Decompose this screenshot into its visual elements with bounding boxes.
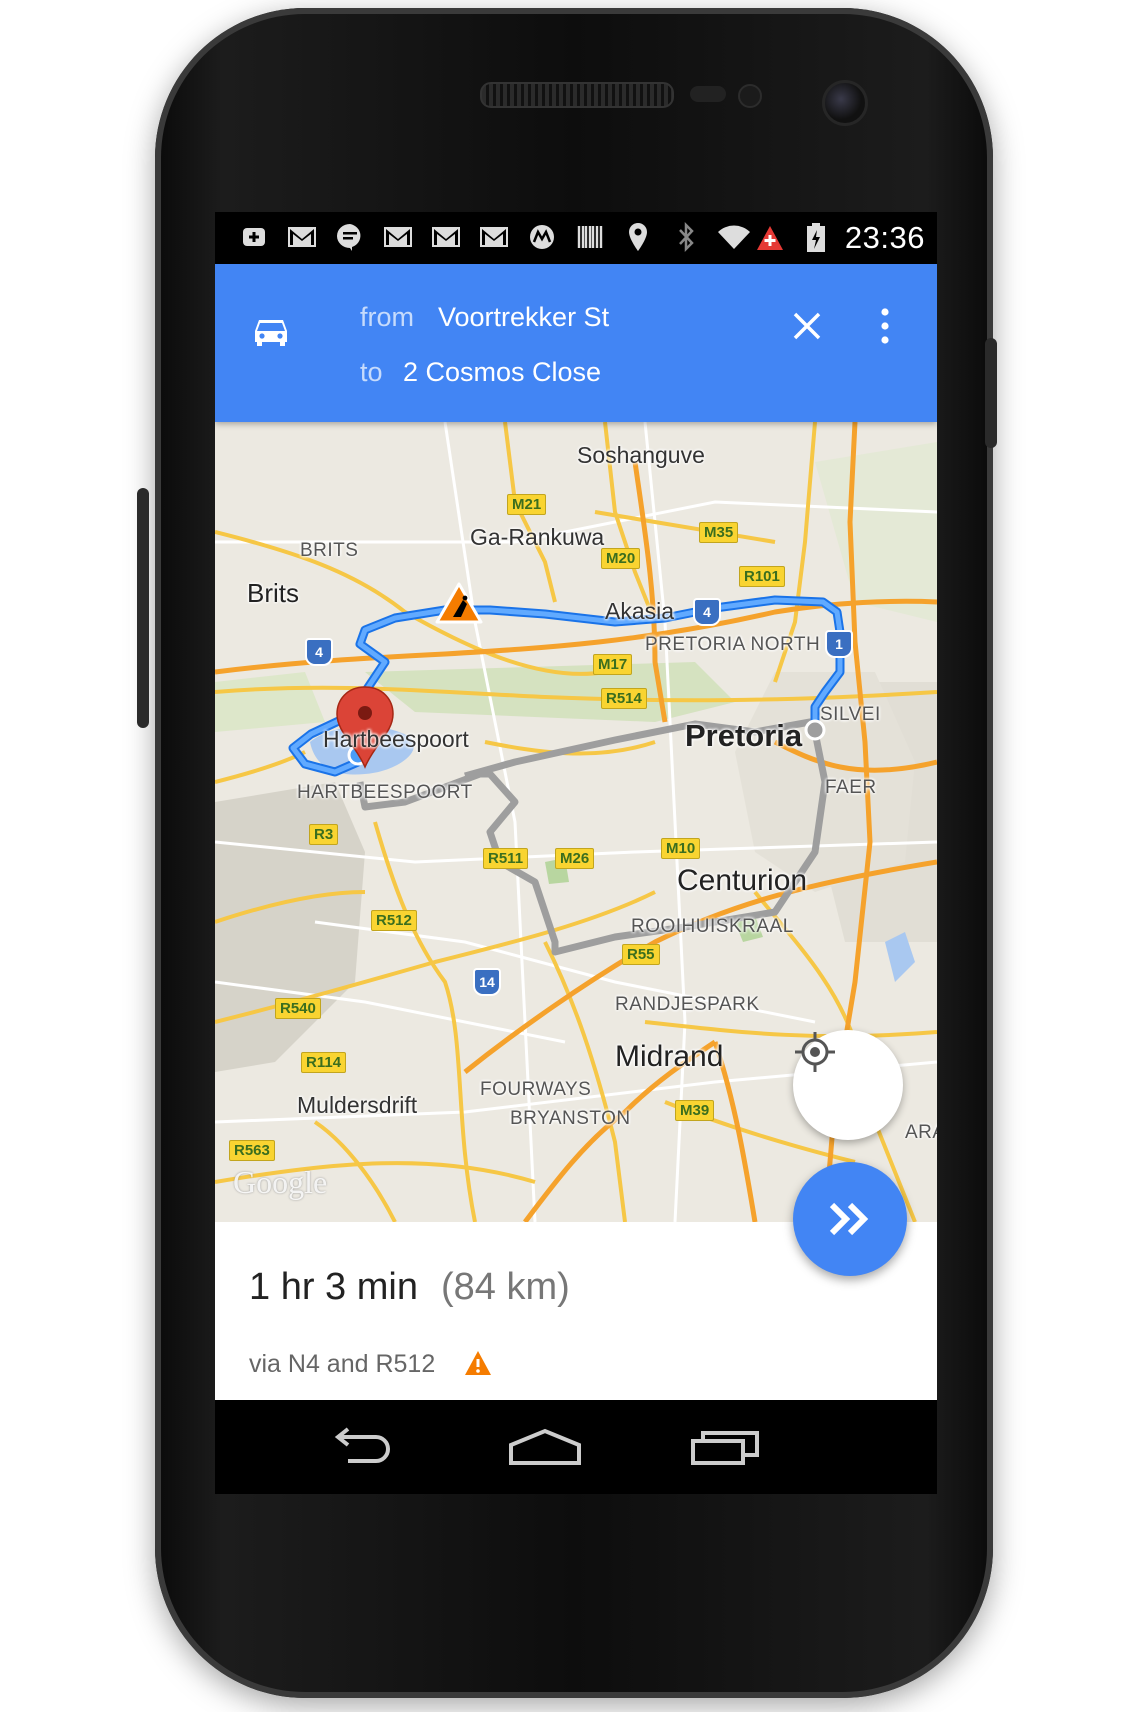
proximity-sensor <box>690 86 726 102</box>
map-label-pretoria-north: PRETORIA NORTH <box>645 634 821 655</box>
national-route-shield: 4 <box>693 598 721 626</box>
home-icon <box>509 1428 581 1465</box>
map-label-brits: Brits <box>247 578 299 608</box>
start-navigation-button[interactable] <box>793 1162 907 1276</box>
map-label-soshanguve: Soshanguve <box>577 442 705 468</box>
route-distance: (84 km) <box>441 1266 570 1308</box>
map-label-fourways: FOURWAYS <box>480 1079 592 1100</box>
map-label-hartbeespoort-caps: HARTBEESPOORT <box>297 782 473 803</box>
earpiece-speaker <box>480 82 674 108</box>
location-icon <box>621 222 655 252</box>
map-label-silver: SILVEI <box>820 704 881 725</box>
motorola-icon <box>525 222 559 252</box>
road-shield: R511 <box>483 848 529 869</box>
map-label-brits-caps: BRITS <box>300 540 359 561</box>
map-label-muldersdrift: Muldersdrift <box>297 1092 418 1118</box>
light-sensor <box>738 84 762 108</box>
road-shield: R540 <box>275 998 321 1019</box>
national-route-shield: 4 <box>305 638 333 666</box>
plus-box-icon <box>237 222 271 252</box>
national-route-shield: 14 <box>473 968 501 996</box>
map-view[interactable]: Soshanguve Ga-Rankuwa BRITS Brits Akasia… <box>215 422 937 1222</box>
wifi-icon <box>717 222 751 252</box>
map-label-centurion: Centurion <box>677 864 808 897</box>
gmail-icon <box>477 222 511 252</box>
map-label-ara: ARA <box>905 1122 937 1143</box>
route-duration: 1 hr 3 min <box>249 1266 418 1308</box>
recents-icon <box>691 1431 759 1465</box>
road-shield: M26 <box>555 848 595 869</box>
home-button[interactable] <box>505 1422 585 1472</box>
road-shield: M17 <box>593 654 633 675</box>
road-shield: R55 <box>622 944 660 965</box>
bluetooth-icon <box>669 222 703 252</box>
close-icon[interactable] <box>783 302 831 350</box>
screen: 23:36 from Voortrekker St to 2 Cosmos Cl… <box>215 212 937 1494</box>
more-options-icon[interactable] <box>865 302 905 350</box>
map-label-ga-rankuwa: Ga-Rankuwa <box>470 524 605 550</box>
double-chevron-right-icon <box>829 1202 869 1236</box>
battery-charging-icon <box>799 223 833 253</box>
road-shield: M39 <box>675 1100 715 1121</box>
map-label-hartbeespoort: Hartbeespoort <box>323 726 469 752</box>
gmail-icon <box>285 222 319 252</box>
recents-button[interactable] <box>685 1422 765 1472</box>
directions-header: from Voortrekker St to 2 Cosmos Close <box>215 264 937 422</box>
road-shield: M21 <box>507 494 547 515</box>
front-camera <box>822 80 868 126</box>
road-shield: R563 <box>229 1140 275 1161</box>
map-label-randjespark: RANDJESPARK <box>615 994 760 1015</box>
map-label-bryanston: BRYANSTON <box>510 1108 631 1129</box>
road-shield: R101 <box>739 566 785 587</box>
map-label-akasia: Akasia <box>605 598 675 624</box>
road-shield: M20 <box>601 548 641 569</box>
back-button[interactable] <box>321 1422 401 1472</box>
origin-field[interactable]: Voortrekker St <box>438 302 609 333</box>
road-shield: R514 <box>601 688 647 709</box>
no-signal-icon <box>753 223 787 253</box>
google-watermark: Google <box>233 1164 328 1200</box>
power-button <box>137 488 149 728</box>
map-label-faer: FAER <box>825 777 877 798</box>
gmail-icon <box>381 222 415 252</box>
national-route-shield: 1 <box>825 630 853 658</box>
gmail-icon <box>429 222 463 252</box>
clock: 23:36 <box>844 220 925 255</box>
construction-icon <box>435 582 483 624</box>
my-location-icon <box>795 1032 835 1072</box>
my-location-button[interactable] <box>793 1030 903 1140</box>
road-shield: M10 <box>661 838 701 859</box>
destination-field[interactable]: 2 Cosmos Close <box>403 357 601 388</box>
back-icon <box>334 1427 390 1463</box>
hangouts-icon <box>333 222 367 252</box>
status-bar: 23:36 <box>215 212 937 264</box>
from-label: from <box>360 302 414 332</box>
road-shield: R512 <box>371 910 417 931</box>
barcode-icon <box>573 222 607 252</box>
map-label-midrand: Midrand <box>615 1040 724 1073</box>
road-shield: R114 <box>301 1052 347 1073</box>
map-label-pretoria: Pretoria <box>685 718 803 753</box>
volume-button <box>985 338 997 448</box>
system-nav-bar <box>215 1400 937 1494</box>
car-icon[interactable] <box>251 312 291 352</box>
map-label-rooihuiskraal: ROOIHUISKRAAL <box>631 916 794 937</box>
road-shield: M35 <box>699 522 739 543</box>
road-shield: R3 <box>309 824 339 845</box>
to-label: to <box>360 357 383 387</box>
route-via: via N4 and R512 <box>249 1350 436 1378</box>
warning-icon <box>465 1351 491 1375</box>
